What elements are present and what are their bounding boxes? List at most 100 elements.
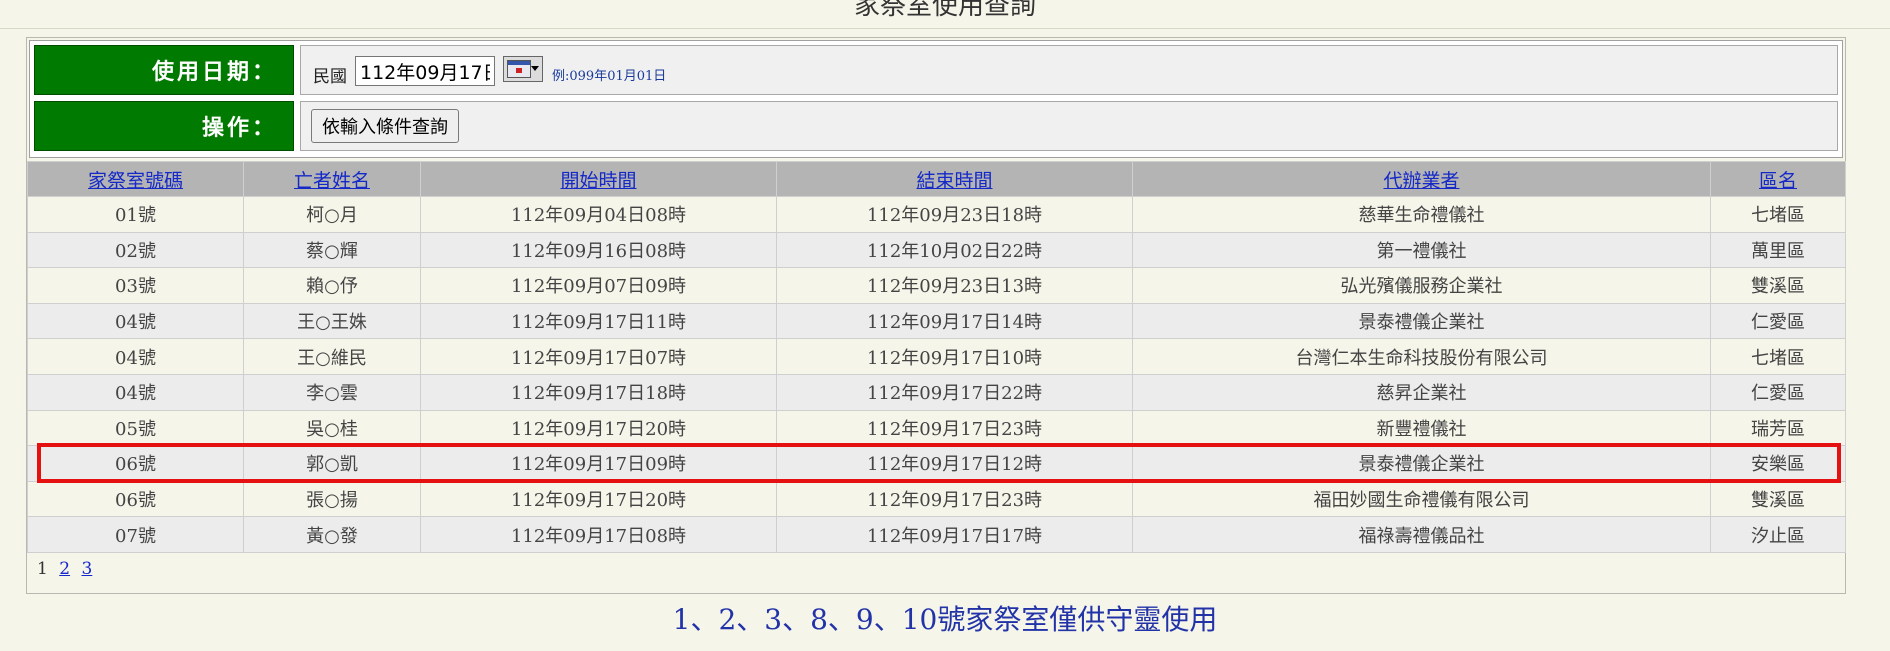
table-cell: 112年09月17日18時 bbox=[420, 373, 777, 411]
sort-link-end[interactable]: 結束時間 bbox=[916, 170, 992, 192]
table-cell: 福田妙國生命禮儀有限公司 bbox=[1132, 480, 1711, 518]
table-cell: 仁愛區 bbox=[1710, 302, 1846, 340]
results-table: 家祭室號碼 亡者姓名 開始時間 結束時間 代辦業者 區名 01號 柯○月 112年0… bbox=[27, 161, 1846, 553]
table-row: 04號 李○雲 112年09月17日18時 112年09月17日22時 慈昇企業社 仁愛區 bbox=[27, 373, 1846, 411]
table-cell: 112年09月17日12時 bbox=[776, 445, 1133, 482]
sort-link-name[interactable]: 亡者姓名 bbox=[294, 170, 370, 192]
table-cell: 弘光殯儀服務企業社 bbox=[1132, 267, 1711, 304]
table-cell: 112年09月17日17時 bbox=[776, 516, 1133, 553]
table-cell: 112年09月23日13時 bbox=[776, 267, 1133, 304]
page-link[interactable]: 3 bbox=[81, 559, 92, 579]
table-cell: 112年10月02日22時 bbox=[776, 231, 1133, 269]
table-row: 03號 賴○伃 112年09月07日09時 112年09月23日13時 弘光殯儀服務企業… bbox=[27, 267, 1846, 304]
table-cell: 賴○伃 bbox=[243, 267, 421, 304]
table-cell: 112年09月04日08時 bbox=[420, 196, 777, 233]
table-row: 06號 郭○凱 112年09月17日09時 112年09月17日12時 景泰禮儀企業社安… bbox=[27, 445, 1846, 482]
table-cell: 雙溪區 bbox=[1710, 267, 1846, 304]
table-header-row: 家祭室號碼 亡者姓名 開始時間 結束時間 代辦業者 區名 bbox=[27, 161, 1846, 197]
sort-link-agent[interactable]: 代辦業者 bbox=[1383, 170, 1459, 192]
pagination: 1 2 3 bbox=[37, 559, 98, 579]
table-row: 07號 黃○發 112年09月17日08時 112年09月17日17時 福祿壽禮儀品社汐… bbox=[27, 516, 1846, 553]
table-cell: 雙溪區 bbox=[1710, 480, 1846, 518]
table-cell: 第一禮儀社 bbox=[1132, 231, 1711, 269]
table-cell: 112年09月17日09時 bbox=[420, 445, 777, 482]
sort-link-district[interactable]: 區名 bbox=[1759, 170, 1797, 192]
table-cell: 汐止區 bbox=[1710, 516, 1846, 553]
table-cell: 蔡○輝 bbox=[243, 231, 421, 269]
table-row: 01號 柯○月 112年09月04日08時 112年09月23日18時 慈華生命禮儀社七… bbox=[27, 196, 1846, 233]
table-cell: 112年09月23日18時 bbox=[776, 196, 1133, 233]
table-cell: 07號 bbox=[27, 516, 244, 553]
page-current: 1 bbox=[37, 559, 48, 579]
table-cell: 112年09月17日07時 bbox=[420, 338, 777, 375]
table-cell: 04號 bbox=[27, 338, 244, 375]
column-header: 代辦業者 bbox=[1132, 161, 1711, 197]
table-row: 05號 吳○桂 112年09月17日20時 112年09月17日23時 新豐禮儀社 瑞芳區 bbox=[27, 409, 1846, 447]
date-row: 使用日期： 民國 例:099年01月01日 bbox=[34, 45, 1838, 97]
table-cell: 仁愛區 bbox=[1710, 373, 1846, 411]
main-panel: 使用日期： 民國 例:099年01月01日 操作： 依輸入條件查詢 bbox=[26, 37, 1846, 594]
table-cell: 黃○發 bbox=[243, 516, 421, 553]
sort-link-start[interactable]: 開始時間 bbox=[560, 170, 636, 192]
table-cell: 112年09月17日11時 bbox=[420, 302, 777, 340]
table-cell: 05號 bbox=[27, 409, 244, 447]
table-cell: 112年09月17日20時 bbox=[420, 480, 777, 518]
table-cell: 慈華生命禮儀社 bbox=[1132, 196, 1711, 233]
page-link[interactable]: 2 bbox=[59, 559, 70, 579]
table-cell: 02號 bbox=[27, 231, 244, 269]
column-header: 家祭室號碼 bbox=[27, 161, 244, 197]
table-row: 04號 王○維民 112年09月17日07時 112年09月17日10時 台灣仁本生命科… bbox=[27, 338, 1846, 375]
action-value-cell: 依輸入條件查詢 bbox=[300, 101, 1838, 151]
table-cell: 112年09月17日10時 bbox=[776, 338, 1133, 375]
table-row: 04號 王○王姝 112年09月17日11時 112年09月17日14時 景泰禮儀企業社… bbox=[27, 302, 1846, 340]
column-header: 區名 bbox=[1710, 161, 1846, 197]
top-divider bbox=[0, 28, 1890, 29]
table-cell: 瑞芳區 bbox=[1710, 409, 1846, 447]
table-cell: 112年09月17日23時 bbox=[776, 409, 1133, 447]
table-cell: 03號 bbox=[27, 267, 244, 304]
table-row: 02號 蔡○輝 112年09月16日08時 112年10月02日22時 第一禮儀社 萬里區 bbox=[27, 231, 1846, 269]
table-cell: 04號 bbox=[27, 373, 244, 411]
table-cell: 112年09月17日23時 bbox=[776, 480, 1133, 518]
page-title: 家祭室使用查詢 bbox=[853, 0, 1036, 21]
column-header: 亡者姓名 bbox=[243, 161, 421, 197]
table-cell: 萬里區 bbox=[1710, 231, 1846, 269]
table-cell: 慈昇企業社 bbox=[1132, 373, 1711, 411]
action-label: 操作： bbox=[34, 101, 294, 151]
date-label: 使用日期： bbox=[34, 45, 294, 95]
table-cell: 吳○桂 bbox=[243, 409, 421, 447]
table-cell: 112年09月17日22時 bbox=[776, 373, 1133, 411]
table-cell: 七堵區 bbox=[1710, 196, 1846, 233]
search-form: 使用日期： 民國 例:099年01月01日 操作： 依輸入條件查詢 bbox=[29, 40, 1843, 158]
date-input[interactable] bbox=[355, 56, 495, 86]
calendar-picker-button[interactable] bbox=[503, 56, 543, 82]
table-cell: 112年09月17日14時 bbox=[776, 302, 1133, 340]
table-cell: 王○維民 bbox=[243, 338, 421, 375]
column-header: 開始時間 bbox=[420, 161, 777, 197]
dropdown-arrow-icon bbox=[531, 66, 539, 71]
table-cell: 景泰禮儀企業社 bbox=[1132, 302, 1711, 340]
table-cell: 112年09月07日09時 bbox=[420, 267, 777, 304]
table-cell: 112年09月17日08時 bbox=[420, 516, 777, 553]
date-value-cell: 民國 例:099年01月01日 bbox=[300, 45, 1838, 95]
table-cell: 福祿壽禮儀品社 bbox=[1132, 516, 1711, 553]
table-cell: 七堵區 bbox=[1710, 338, 1846, 375]
table-cell: 安樂區 bbox=[1710, 445, 1846, 482]
table-cell: 06號 bbox=[27, 480, 244, 518]
table-cell: 李○雲 bbox=[243, 373, 421, 411]
table-cell: 王○王姝 bbox=[243, 302, 421, 340]
column-header: 結束時間 bbox=[776, 161, 1133, 197]
table-cell: 01號 bbox=[27, 196, 244, 233]
table-cell: 柯○月 bbox=[243, 196, 421, 233]
calendar-icon bbox=[507, 60, 531, 78]
sort-link-room[interactable]: 家祭室號碼 bbox=[88, 170, 183, 192]
table-cell: 04號 bbox=[27, 302, 244, 340]
table-cell: 112年09月16日08時 bbox=[420, 231, 777, 269]
date-example-hint: 例:099年01月01日 bbox=[552, 69, 667, 84]
table-cell: 郭○凱 bbox=[243, 445, 421, 482]
table-cell: 景泰禮儀企業社 bbox=[1132, 445, 1711, 482]
era-label: 民國 bbox=[313, 67, 347, 87]
table-cell: 112年09月17日20時 bbox=[420, 409, 777, 447]
action-row: 操作： 依輸入條件查詢 bbox=[34, 101, 1838, 153]
query-button[interactable]: 依輸入條件查詢 bbox=[311, 109, 459, 143]
